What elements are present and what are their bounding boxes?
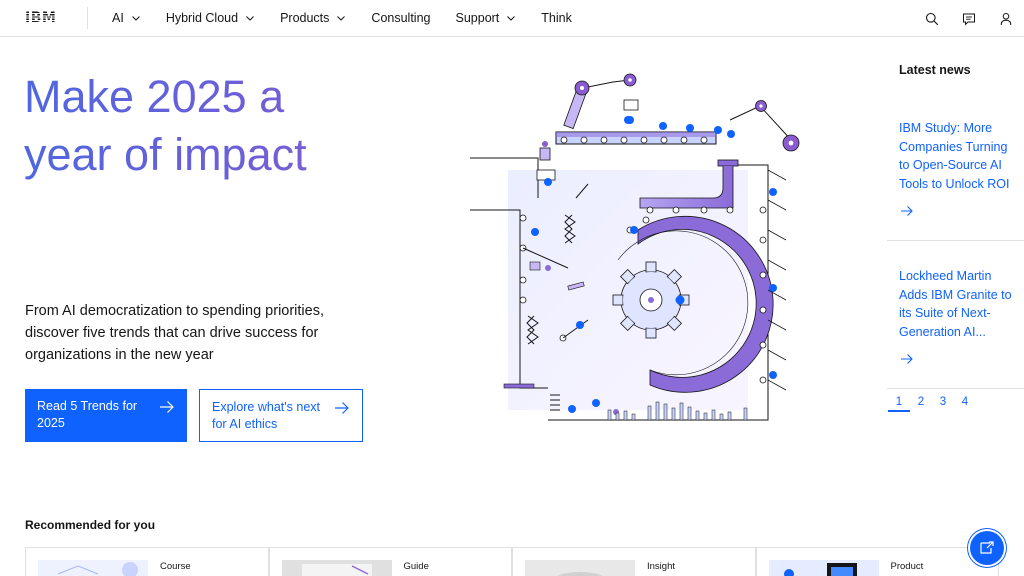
hero-title: Make 2025 a year of impact	[24, 68, 384, 184]
recommended-card-guide[interactable]: Guide	[268, 547, 512, 576]
contact-button[interactable]	[950, 0, 987, 37]
card-type: Course	[160, 561, 191, 572]
insight-thumbnail	[525, 560, 635, 576]
masthead: IBM AI Hybrid Cloud Products Consulting …	[0, 0, 1024, 37]
nav-label: Consulting	[371, 11, 431, 25]
nav-item-think[interactable]: Think	[541, 11, 572, 25]
hero-illustration	[470, 73, 800, 421]
nav-label: AI	[112, 11, 124, 25]
course-thumbnail	[38, 560, 148, 576]
logo-text: IBM	[25, 9, 57, 26]
recommended-card-product[interactable]: Product	[755, 547, 999, 576]
chat-launcher-button[interactable]	[970, 531, 1004, 565]
nav-item-products[interactable]: Products	[280, 11, 346, 25]
arrow-right-icon	[160, 401, 174, 413]
nav-item-hybrid-cloud[interactable]: Hybrid Cloud	[166, 11, 255, 25]
product-thumbnail	[768, 560, 879, 576]
chat-icon	[962, 13, 975, 25]
profile-button[interactable]	[987, 0, 1024, 37]
nav-item-consulting[interactable]: Consulting	[371, 11, 430, 25]
news-link[interactable]: IBM Study: More Companies Turning to Ope…	[899, 119, 1019, 193]
header-actions	[913, 0, 1024, 37]
recommended-heading: Recommended for you	[25, 518, 156, 532]
recommended-cards: Course Guide Insight Product	[25, 547, 999, 576]
latest-news-heading: Latest news	[899, 63, 971, 77]
page-2-link[interactable]: 2	[910, 396, 932, 412]
search-icon	[925, 12, 938, 25]
chevron-down-icon	[507, 16, 516, 21]
nav-item-ai[interactable]: AI	[112, 11, 141, 25]
header-divider	[87, 7, 88, 29]
chevron-down-icon	[246, 16, 254, 21]
arrow-right-icon[interactable]	[900, 353, 914, 365]
nav-label: Hybrid Cloud	[165, 11, 239, 25]
card-type: Product	[890, 561, 924, 572]
recommended-card-course[interactable]: Course	[25, 547, 269, 576]
nav-label: Products	[280, 11, 330, 25]
news-card: IBM Study: More Companies Turning to Ope…	[887, 107, 1024, 241]
recommended-card-insight[interactable]: Insight	[512, 547, 756, 576]
news-card: Lockheed Martin Adds IBM Granite to its …	[887, 255, 1024, 389]
page-1-link[interactable]: 1	[888, 396, 910, 412]
nav-item-support[interactable]: Support	[456, 11, 517, 25]
main-nav: AI Hybrid Cloud Products Consulting Supp…	[112, 0, 597, 37]
button-label: Explore what's next for AI ethics	[212, 400, 320, 431]
guide-thumbnail	[281, 560, 392, 576]
read-trends-button[interactable]: Read 5 Trends for 2025	[25, 389, 187, 442]
user-icon	[1000, 12, 1011, 25]
hero-title-line: year of impact	[24, 129, 307, 180]
arrow-right-icon[interactable]	[900, 205, 914, 217]
arrow-right-icon	[335, 402, 349, 414]
search-button[interactable]	[913, 0, 950, 37]
card-type: Guide	[403, 561, 429, 572]
news-pagination: 1 2 3 4	[888, 396, 976, 412]
chevron-down-icon	[337, 16, 346, 21]
explore-ai-ethics-button[interactable]: Explore what's next for AI ethics	[199, 389, 363, 442]
card-type: Insight	[647, 561, 675, 572]
chat-launch-icon	[980, 541, 994, 554]
chevron-down-icon	[131, 16, 140, 21]
page-4-link[interactable]: 4	[954, 396, 976, 412]
hero-description: From AI democratization to spending prio…	[25, 303, 324, 363]
nav-label: Support	[455, 11, 500, 25]
ibm-logo[interactable]: IBM	[25, 9, 63, 26]
page-3-link[interactable]: 3	[932, 396, 954, 412]
news-link[interactable]: Lockheed Martin Adds IBM Granite to its …	[899, 267, 1019, 341]
hero-title-line: Make 2025 a	[24, 71, 285, 122]
nav-label: Think	[541, 11, 572, 25]
button-label: Read 5 Trends for 2025	[37, 399, 138, 430]
